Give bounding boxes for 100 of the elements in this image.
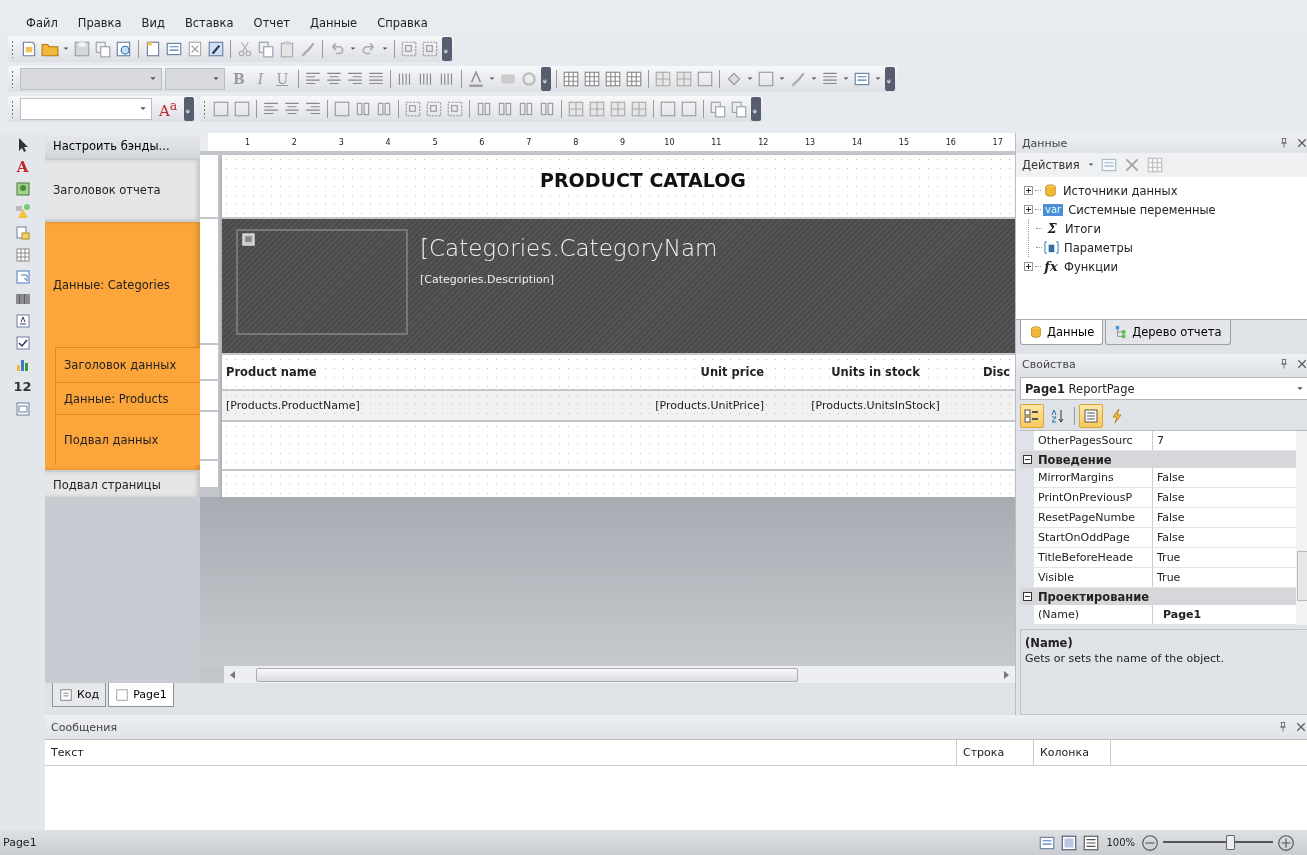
- pin-icon[interactable]: [1278, 137, 1290, 150]
- frame-icon[interactable]: [696, 69, 715, 88]
- border-icon[interactable]: [567, 99, 586, 118]
- collapse-icon[interactable]: [1023, 455, 1032, 465]
- style-dropdown[interactable]: [20, 97, 152, 120]
- tree-item[interactable]: Системные переменные: [1068, 202, 1216, 217]
- text-field-icon[interactable]: [14, 313, 31, 330]
- tree-item[interactable]: Источники данных: [1063, 183, 1178, 198]
- toolbar-options-icon[interactable]: [751, 96, 762, 121]
- page-view-icon[interactable]: [1060, 833, 1079, 852]
- property-value[interactable]: Page1: [1153, 605, 1202, 625]
- column-header[interactable]: Строка: [957, 740, 1034, 766]
- close-icon[interactable]: [1295, 721, 1307, 734]
- bar-chart-icon[interactable]: [14, 357, 31, 374]
- border-icon[interactable]: [588, 99, 607, 118]
- scroll-left-icon[interactable]: [228, 669, 238, 680]
- zoom-in-icon[interactable]: [1277, 833, 1295, 852]
- paste-icon[interactable]: [278, 39, 296, 58]
- band-item[interactable]: Подвал страницы: [45, 472, 200, 498]
- frame-icon[interactable]: [333, 99, 352, 118]
- object-selector[interactable]: Page1 ReportPage: [1020, 377, 1307, 401]
- picture-icon[interactable]: [14, 181, 31, 198]
- frame-icon[interactable]: [659, 99, 678, 118]
- page-tab[interactable]: Page1: [108, 683, 174, 708]
- copy-icon[interactable]: [257, 39, 275, 58]
- property-value[interactable]: True: [1153, 548, 1181, 568]
- frame-icon[interactable]: [680, 99, 699, 118]
- scrollbar-thumb[interactable]: [256, 667, 798, 682]
- frame-icon[interactable]: [212, 99, 231, 118]
- save-icon[interactable]: [73, 39, 91, 58]
- group-icon[interactable]: [446, 99, 465, 118]
- property-value[interactable]: True: [1153, 568, 1181, 588]
- menu-item[interactable]: Справка: [367, 15, 438, 30]
- menu-item[interactable]: Правка: [67, 15, 132, 30]
- tool-glyph[interactable]: 12: [13, 379, 32, 396]
- pin-icon[interactable]: [1278, 358, 1290, 371]
- property-value[interactable]: False: [1153, 488, 1185, 508]
- expand-icon[interactable]: [1024, 186, 1033, 196]
- table-icon[interactable]: [14, 247, 31, 264]
- pin-icon[interactable]: [1277, 721, 1289, 734]
- preview-icon[interactable]: [115, 39, 133, 58]
- horizontal-scrollbar[interactable]: [224, 666, 1015, 684]
- group-icon[interactable]: [400, 39, 418, 58]
- group-icon[interactable]: [425, 99, 444, 118]
- toolbar-options-icon[interactable]: [442, 36, 452, 61]
- group-icon[interactable]: [404, 99, 423, 118]
- vertical-scrollbar[interactable]: [1296, 431, 1307, 626]
- band-item[interactable]: Подвал данных: [56, 414, 200, 466]
- tool-glyph[interactable]: A: [16, 159, 29, 176]
- actions-button[interactable]: Действия: [1020, 158, 1082, 173]
- checkbox-icon[interactable]: [14, 335, 31, 352]
- border-icon[interactable]: [609, 99, 628, 118]
- categorized-button[interactable]: [1020, 404, 1044, 429]
- property-value[interactable]: False: [1153, 468, 1185, 488]
- properties-button[interactable]: [1079, 404, 1103, 429]
- table-icon[interactable]: [562, 69, 581, 88]
- new-report-icon[interactable]: [20, 39, 38, 58]
- table-icon[interactable]: [1145, 156, 1164, 175]
- copy-icon[interactable]: [709, 99, 728, 118]
- frame-icon[interactable]: [233, 99, 252, 118]
- subreport-icon[interactable]: [14, 225, 31, 242]
- border-icon[interactable]: [630, 99, 649, 118]
- collapse-icon[interactable]: [1023, 592, 1032, 602]
- property-value[interactable]: False: [1153, 528, 1185, 548]
- toolbar-options-icon[interactable]: [541, 66, 552, 91]
- scrollbar-thumb[interactable]: [1297, 551, 1307, 602]
- border-icon[interactable]: [654, 69, 673, 88]
- page-view-icon[interactable]: [1082, 833, 1101, 852]
- copy-icon[interactable]: [94, 39, 112, 58]
- zip-code-icon[interactable]: [14, 401, 31, 418]
- panel-tab[interactable]: Дерево отчета: [1105, 320, 1231, 346]
- expand-icon[interactable]: [1024, 205, 1033, 215]
- property-value[interactable]: 7: [1153, 431, 1164, 451]
- menu-item[interactable]: Файл: [16, 15, 68, 30]
- table-icon[interactable]: [625, 69, 644, 88]
- close-icon[interactable]: [1296, 358, 1307, 371]
- table-icon[interactable]: [583, 69, 602, 88]
- close-icon[interactable]: [1296, 137, 1307, 150]
- slider-thumb[interactable]: [1226, 835, 1235, 850]
- page-tab[interactable]: Код: [52, 683, 107, 708]
- tree-item[interactable]: Функции: [1064, 259, 1118, 274]
- table-icon[interactable]: [604, 69, 623, 88]
- column-header[interactable]: Текст: [45, 740, 957, 766]
- column-header[interactable]: Колонка: [1034, 740, 1111, 766]
- font-dropdown[interactable]: [20, 67, 162, 90]
- band-item[interactable]: Данные: Categories Заголовок данных Данные: Products Подвал данных: [45, 222, 200, 471]
- cut-icon[interactable]: [236, 39, 254, 58]
- toolbar-options-icon[interactable]: [184, 96, 195, 121]
- border-icon[interactable]: [675, 69, 694, 88]
- property-value[interactable]: False: [1153, 508, 1185, 528]
- band-item[interactable]: Данные: Products: [56, 382, 200, 415]
- expand-icon[interactable]: [1024, 262, 1033, 272]
- toolbar-options-icon[interactable]: [885, 66, 896, 91]
- band-item[interactable]: Заголовок данных: [56, 347, 200, 383]
- menu-item[interactable]: Вид: [131, 15, 175, 30]
- tree-item[interactable]: Итоги: [1065, 221, 1101, 236]
- size-dropdown[interactable]: [165, 67, 225, 90]
- menu-item[interactable]: Отчет: [243, 15, 300, 30]
- menu-item[interactable]: Данные: [299, 15, 368, 30]
- matrix-icon[interactable]: [14, 269, 31, 286]
